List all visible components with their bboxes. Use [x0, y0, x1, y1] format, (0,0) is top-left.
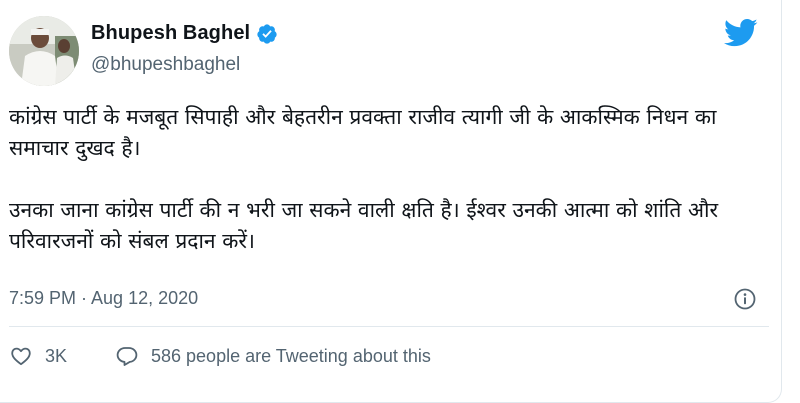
avatar[interactable] — [9, 16, 79, 86]
conversation-link[interactable]: 586 people are Tweeting about this — [115, 344, 431, 368]
divider — [9, 326, 769, 327]
like-count: 3K — [45, 345, 68, 366]
tweet-timestamp[interactable]: 7:59 PM · Aug 12, 2020 — [9, 288, 198, 309]
info-icon[interactable] — [733, 287, 757, 311]
display-name[interactable]: Bhupesh Baghel — [91, 22, 250, 45]
twitter-bird-icon[interactable] — [724, 18, 758, 48]
verified-badge-icon — [256, 23, 278, 45]
user-handle[interactable]: @bhupeshbaghel — [91, 54, 240, 76]
conversation-text: 586 people are Tweeting about this — [151, 345, 431, 366]
tweet-card[interactable]: Bhupesh Baghel @bhupeshbaghel कांग्रेस प… — [0, 0, 782, 403]
like-button[interactable]: 3K — [9, 344, 115, 368]
tweet-paragraph-1: कांग्रेस पार्टी के मजबूत सिपाही और बेहतर… — [9, 105, 717, 160]
tweet-text: कांग्रेस पार्टी के मजबूत सिपाही और बेहतर… — [9, 102, 769, 257]
heart-icon — [11, 347, 31, 366]
tweet-paragraph-2: उनका जाना कांग्रेस पार्टी की न भरी जा सक… — [9, 198, 719, 253]
speech-bubble-icon — [116, 347, 138, 366]
action-bar: 3K 586 people are Tweeting about this — [9, 344, 431, 368]
